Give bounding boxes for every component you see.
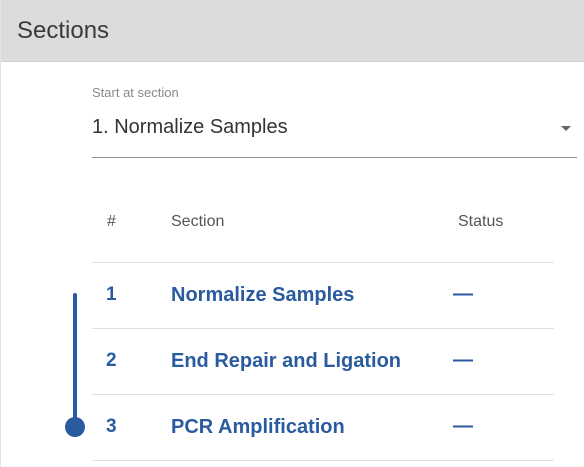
row-status: — — [453, 349, 473, 371]
row-number: 1 — [106, 284, 117, 305]
panel-header: Sections — [1, 0, 584, 62]
column-header-status: Status — [458, 213, 504, 230]
row-status: — — [453, 415, 473, 437]
table-row-2[interactable]: 2 End Repair and Ligation — — [92, 329, 554, 395]
start-section-label: Start at section — [92, 85, 179, 100]
start-section-select[interactable]: 1. Normalize Samples — [92, 106, 577, 158]
table-row-1[interactable]: 1 Normalize Samples — — [92, 263, 554, 329]
timeline-range-line — [73, 293, 77, 425]
row-status: — — [453, 283, 473, 305]
row-number: 3 — [106, 416, 117, 437]
section-link-end-repair-and-ligation[interactable]: End Repair and Ligation — [171, 350, 401, 373]
column-header-number: # — [107, 213, 116, 230]
chevron-down-icon[interactable] — [561, 126, 571, 131]
timeline-end-handle[interactable] — [65, 417, 85, 437]
start-section-value: 1. Normalize Samples — [92, 116, 288, 138]
column-header-section: Section — [171, 213, 225, 230]
table-row-3[interactable]: 3 PCR Amplification — — [92, 395, 554, 461]
row-number: 2 — [106, 350, 117, 371]
panel-title: Sections — [17, 17, 110, 44]
sections-panel: Sections Start at section 1. Normalize S… — [0, 0, 584, 467]
section-link-normalize-samples[interactable]: Normalize Samples — [171, 284, 354, 307]
section-link-pcr-amplification[interactable]: PCR Amplification — [171, 416, 345, 439]
